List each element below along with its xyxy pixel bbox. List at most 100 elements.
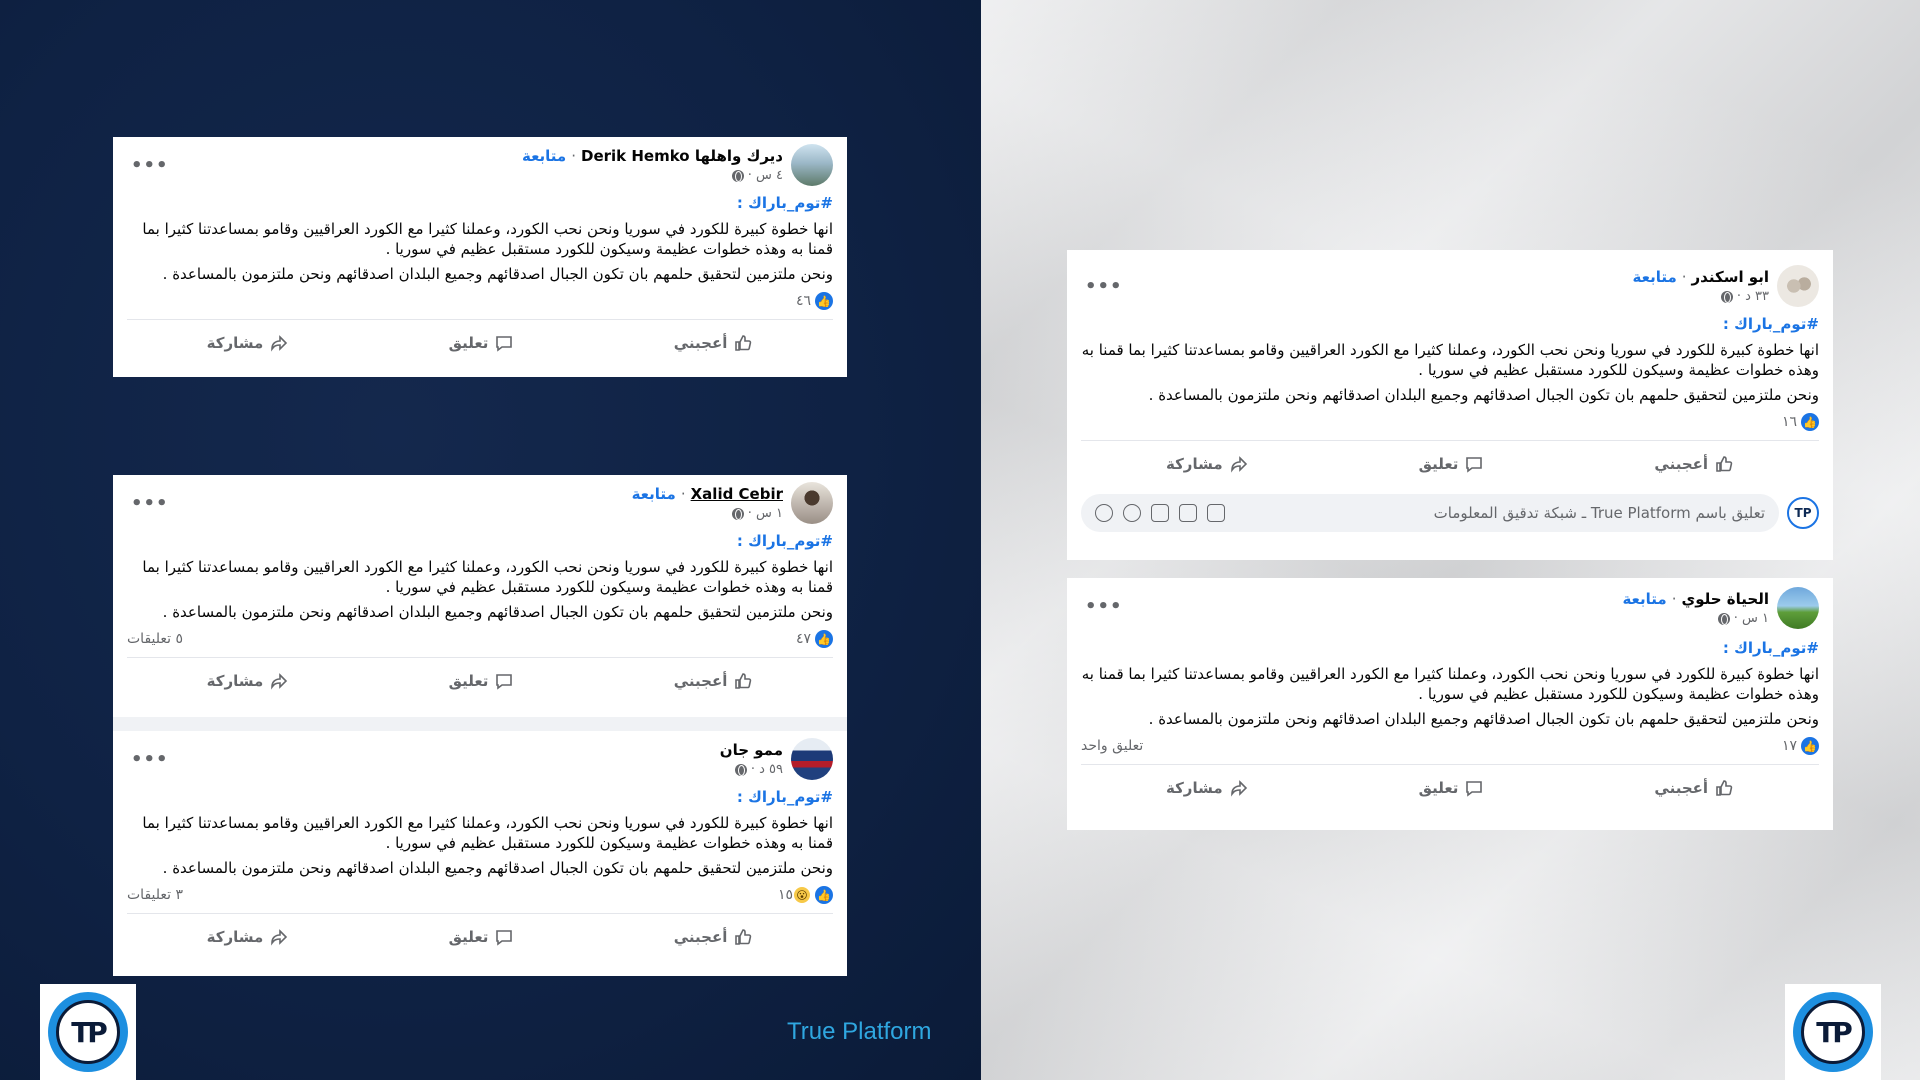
likes-number: ١٧	[1781, 738, 1797, 754]
more-options-icon[interactable]: •••	[1085, 276, 1123, 297]
post-stats: 👍 ١٦	[1081, 410, 1819, 434]
post-stats: 👍 ٤٧ ٥ تعليقات	[127, 627, 833, 651]
reactions-count[interactable]: 👍 😮 ١٥	[778, 886, 833, 904]
follow-link[interactable]: متابعة	[522, 147, 566, 165]
share-button[interactable]: مشاركة	[207, 671, 290, 691]
comments-count[interactable]: ٥ تعليقات	[127, 631, 183, 647]
brand-logo-left: TP	[40, 984, 136, 1080]
follow-link[interactable]: متابعة	[1622, 590, 1666, 608]
hashtag[interactable]: #توم_باراك :	[1081, 314, 1819, 334]
share-button[interactable]: مشاركة	[1166, 454, 1249, 474]
avatar[interactable]	[791, 738, 833, 780]
hashtag[interactable]: #توم_باراك :	[127, 787, 833, 807]
like-label: أعجبني	[1654, 778, 1709, 797]
globe-icon	[731, 169, 744, 182]
post: ممو جان ٥٩ د · ••• #توم_باراك : انها خطو…	[113, 731, 847, 959]
share-label: مشاركة	[206, 671, 264, 690]
globe-icon	[1720, 290, 1733, 303]
follow-link[interactable]: متابعة	[632, 485, 676, 503]
post-card: الحياة حلوي · متابعة ١ س · ••• #توم_باراك …	[1067, 578, 1833, 830]
post-actions: أعجبني تعليق مشاركة	[127, 657, 833, 703]
emoji-icon[interactable]	[1123, 504, 1141, 522]
like-reaction-icon: 👍	[815, 886, 833, 904]
more-options-icon[interactable]: •••	[131, 493, 169, 514]
like-button[interactable]: أعجبني	[674, 671, 754, 691]
comment-button[interactable]: تعليق	[1419, 778, 1485, 798]
like-button[interactable]: أعجبني	[1654, 454, 1734, 474]
post-body: #توم_باراك : انها خطوة كبيرة للكورد في س…	[1081, 638, 1819, 729]
comments-count[interactable]: تعليق واحد	[1081, 738, 1143, 754]
like-button[interactable]: أعجبني	[674, 927, 754, 947]
comment-button[interactable]: تعليق	[449, 671, 515, 691]
avatar[interactable]	[791, 482, 833, 524]
comment-label: تعليق	[448, 927, 489, 946]
author-name[interactable]: Xalid Cebir	[691, 485, 783, 503]
reactions-count[interactable]: 👍 ١٦	[1782, 413, 1819, 431]
post-actions: أعجبني تعليق مشاركة	[127, 913, 833, 959]
post-time[interactable]: ١ س ·	[748, 506, 783, 521]
avatar[interactable]	[1777, 265, 1819, 307]
comment-button[interactable]: تعليق	[449, 333, 515, 353]
post-meta: ابو اسكندر · متابعة ٣٣ د ·	[1632, 268, 1769, 304]
more-options-icon[interactable]: •••	[131, 155, 169, 176]
hashtag[interactable]: #توم_باراك :	[127, 193, 833, 213]
like-label: أعجبني	[1654, 454, 1709, 473]
author-name[interactable]: ابو اسكندر	[1692, 268, 1769, 286]
thumbs-up-icon	[1716, 455, 1733, 472]
comment-icon	[1466, 456, 1483, 473]
share-label: مشاركة	[1165, 454, 1223, 473]
likes-number: ٤٧	[795, 631, 811, 647]
share-button[interactable]: مشاركة	[1166, 778, 1249, 798]
post-actions: أعجبني تعليق مشاركة	[1081, 764, 1819, 810]
author-name[interactable]: ممو جان	[720, 741, 783, 759]
comment-button[interactable]: تعليق	[1419, 454, 1485, 474]
post-paragraph: ونحن ملتزمين لتحقيق حلمهم بان تكون الجبا…	[162, 859, 833, 877]
hashtag[interactable]: #توم_باراك :	[127, 531, 833, 551]
tp-logo-icon: TP	[1793, 992, 1873, 1072]
avatar-sticker-icon[interactable]	[1095, 504, 1113, 522]
comments-count[interactable]: ٣ تعليقات	[127, 887, 183, 903]
post-time[interactable]: ٤ س ·	[748, 168, 783, 183]
like-button[interactable]: أعجبني	[1654, 778, 1734, 798]
thumbs-up-icon	[1716, 779, 1733, 796]
post-body: #توم_باراك : انها خطوة كبيرة للكورد في س…	[127, 193, 833, 284]
reactions-count[interactable]: 👍 ١٧	[1782, 737, 1819, 755]
comment-input[interactable]: تعليق باسم True Platform ـ شبكة تدقيق ال…	[1081, 494, 1779, 532]
post-separator	[113, 717, 847, 731]
post-time[interactable]: ١ س ·	[1734, 611, 1769, 626]
reactions-count[interactable]: 👍 ٤٧	[796, 630, 833, 648]
comment-label: تعليق	[1418, 778, 1459, 797]
share-button[interactable]: مشاركة	[207, 927, 290, 947]
post-body: #توم_باراك : انها خطوة كبيرة للكورد في س…	[127, 787, 833, 878]
reactions-count[interactable]: 👍 ٤٦	[796, 292, 833, 310]
more-options-icon[interactable]: •••	[1085, 596, 1123, 617]
comment-button[interactable]: تعليق	[449, 927, 515, 947]
likes-number: ٤٦	[795, 293, 811, 309]
author-name[interactable]: الحياة حلوي	[1681, 590, 1769, 608]
gif-icon[interactable]	[1179, 504, 1197, 522]
comment-label: تعليق	[448, 333, 489, 352]
post-time[interactable]: ٣٣ د ·	[1737, 289, 1769, 304]
more-options-icon[interactable]: •••	[131, 749, 169, 770]
avatar[interactable]	[791, 144, 833, 186]
post-header: ديرك واهلها Derik Hemko · متابعة ٤ س ·	[127, 137, 833, 193]
share-icon	[271, 672, 288, 690]
sticker-icon[interactable]	[1207, 504, 1225, 522]
commenter-avatar[interactable]: TP	[1787, 497, 1819, 529]
share-icon	[271, 928, 288, 946]
camera-icon[interactable]	[1151, 504, 1169, 522]
like-label: أعجبني	[673, 333, 728, 352]
post-time[interactable]: ٥٩ د ·	[751, 762, 783, 777]
hashtag[interactable]: #توم_باراك :	[1081, 638, 1819, 658]
wow-reaction-icon: 😮	[793, 886, 811, 904]
like-reaction-icon: 👍	[1801, 737, 1819, 755]
author-name[interactable]: ديرك واهلها Derik Hemko	[581, 147, 783, 165]
post-meta: الحياة حلوي · متابعة ١ س ·	[1622, 590, 1769, 626]
follow-link[interactable]: متابعة	[1633, 268, 1677, 286]
brand-logo-right: TP	[1785, 984, 1881, 1080]
share-button[interactable]: مشاركة	[207, 333, 290, 353]
like-button[interactable]: أعجبني	[674, 333, 754, 353]
avatar[interactable]	[1777, 587, 1819, 629]
share-label: مشاركة	[206, 927, 264, 946]
tp-logo-letters: TP	[1801, 1000, 1865, 1064]
